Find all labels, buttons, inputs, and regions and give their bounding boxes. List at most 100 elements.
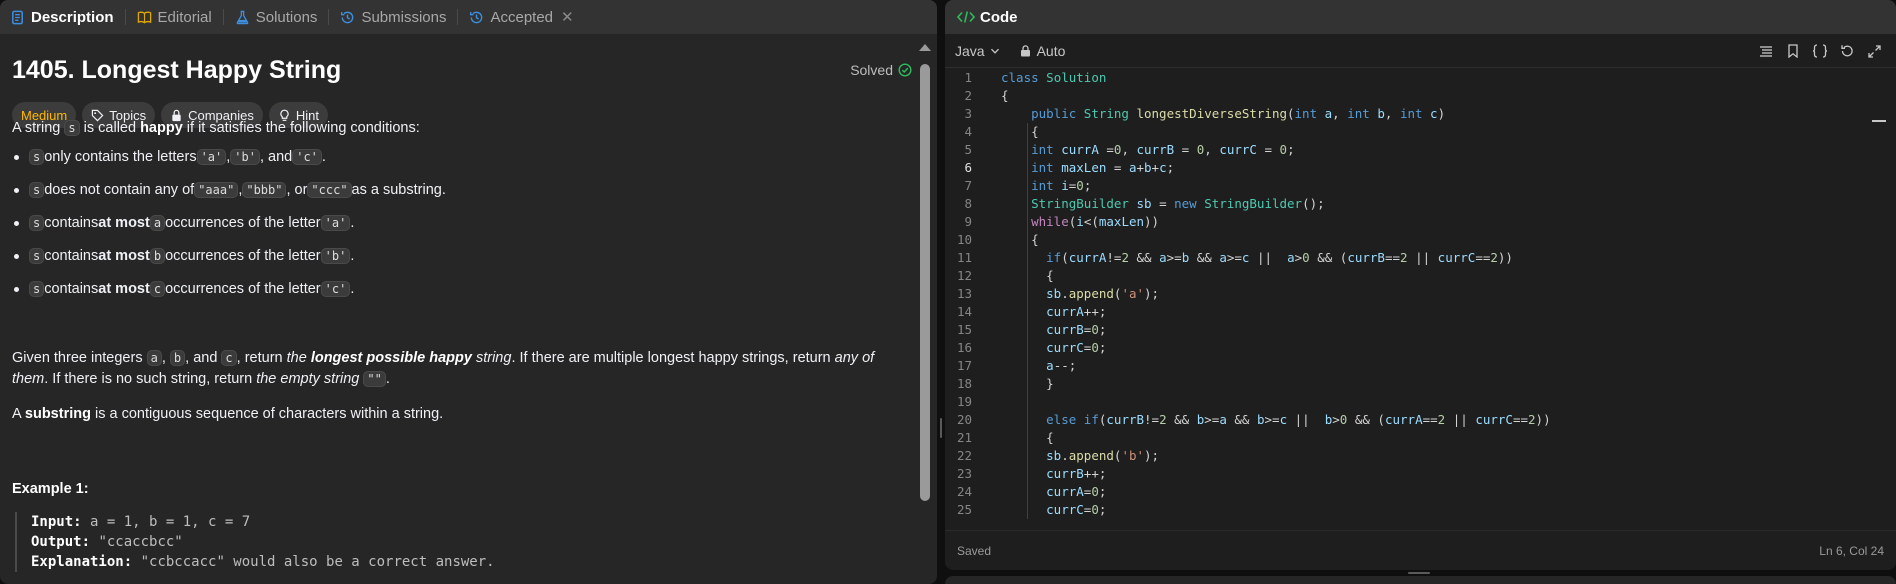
text: contains	[44, 215, 99, 231]
code-line[interactable]: 5 int currA =0, currB = 0, currC = 0;	[945, 141, 1865, 159]
code-text: a--;	[1046, 358, 1077, 373]
code-line[interactable]: 9 while(i<(maxLen))	[945, 213, 1865, 231]
scrollbar-thumb[interactable]	[920, 64, 930, 501]
example-block: Input: a = 1, b = 1, c = 7 Output: "ccac…	[15, 512, 495, 572]
code-text: int i=0;	[1031, 178, 1092, 193]
inline-code: s	[29, 248, 45, 264]
substring-paragraph: A substring is a contiguous sequence of …	[12, 406, 444, 422]
code-line[interactable]: 23 currB++;	[945, 465, 1865, 483]
line-number: 19	[956, 394, 972, 409]
italic-text: the	[286, 350, 311, 366]
condition-item: s only contains the letters 'a', 'b', an…	[12, 149, 326, 165]
save-status: Saved	[957, 543, 992, 558]
auto-label: Auto	[1036, 42, 1066, 59]
reset-icon[interactable]	[1839, 43, 1855, 59]
braces-icon[interactable]	[1812, 43, 1828, 59]
code-text: {	[1001, 88, 1009, 103]
code-line[interactable]: 3 public String longestDiverseString(int…	[945, 105, 1865, 123]
label: Input:	[31, 514, 82, 530]
line-number: 10	[956, 232, 972, 247]
code-text: {	[1001, 124, 1039, 139]
scroll-up-arrow-icon[interactable]	[919, 44, 931, 51]
code-line[interactable]: 20 else if(currB!=2 && b>=a && b>=c || b…	[945, 411, 1865, 429]
inline-code: ""	[363, 371, 386, 387]
text: .	[321, 149, 326, 165]
text: A string	[12, 120, 65, 136]
code-line[interactable]: 13 sb.append('a');	[945, 285, 1865, 303]
vertical-resize-grip[interactable]	[1408, 572, 1430, 574]
cursor-position: Ln 6, Col 24	[1819, 543, 1884, 558]
code-line[interactable]: 2{	[945, 87, 1865, 105]
text: contains	[44, 248, 99, 264]
code-line[interactable]: 25 currC=0;	[945, 501, 1865, 519]
code-text: currA=0;	[1046, 484, 1107, 499]
code-line[interactable]: 16 currC=0;	[945, 339, 1865, 357]
text: .	[350, 215, 355, 231]
code-line[interactable]: 24 currA=0;	[945, 483, 1865, 501]
code-editor[interactable]: 1 class Solution 2{3 public String longest…	[945, 69, 1896, 526]
line-number: 5	[964, 142, 972, 157]
bookmark-icon[interactable]	[1785, 43, 1801, 59]
panel-resizer[interactable]	[939, 0, 943, 584]
auto-mode[interactable]: Auto	[1020, 42, 1066, 59]
language-select[interactable]: Java	[955, 43, 1000, 59]
line-number: 8	[964, 196, 972, 211]
condition-item: s contains at most a occurrences of the …	[12, 215, 354, 231]
code-text: class Solution	[1001, 70, 1107, 85]
text: .	[350, 281, 355, 297]
overview-ruler-marker	[1872, 120, 1886, 122]
resize-grip[interactable]	[940, 418, 942, 438]
code-text: StringBuilder sb = new StringBuilder();	[1031, 196, 1325, 211]
problem-title: 1405. Longest Happy String	[12, 56, 342, 84]
code-line[interactable]: 8 StringBuilder sb = new StringBuilder()…	[945, 195, 1865, 213]
tab-editorial[interactable]: Editorial	[133, 0, 216, 34]
solved-label: Solved	[850, 62, 893, 78]
bold-italic-text: longest possible happy	[310, 350, 472, 366]
code-line[interactable]: 10 {	[945, 231, 1865, 249]
editor-actions	[1758, 43, 1882, 59]
bullet-dot	[14, 286, 19, 292]
code-line[interactable]: 21 {	[945, 429, 1865, 447]
code-line[interactable]: 6 int maxLen = a+b+c;	[945, 159, 1865, 177]
line-number: 18	[956, 376, 972, 391]
inline-code: 'b'	[320, 248, 351, 264]
tab-description-label: Description	[31, 8, 114, 26]
tab-description[interactable]: Description	[6, 0, 118, 34]
code-line[interactable]: 14 currA++;	[945, 303, 1865, 321]
description-scrollbar[interactable]	[919, 44, 931, 584]
code-line[interactable]: 12 {	[945, 267, 1865, 285]
format-icon[interactable]	[1758, 43, 1774, 59]
tab-solutions[interactable]: Solutions	[231, 0, 322, 34]
line-number: 16	[956, 340, 972, 355]
expand-icon[interactable]	[1866, 43, 1882, 59]
code-line[interactable]: 15 currB=0;	[945, 321, 1865, 339]
close-tab-icon[interactable]: ✕	[561, 8, 574, 26]
code-line[interactable]: 18 }	[945, 375, 1865, 393]
code-line[interactable]: 22 sb.append('b');	[945, 447, 1865, 465]
text: . If there are multiple longest happy st…	[511, 350, 835, 366]
code-text: currC=0;	[1046, 502, 1107, 517]
code-line[interactable]: 17 a--;	[945, 357, 1865, 375]
code-line[interactable]: 1 class Solution	[945, 69, 1865, 87]
code-panel: Code Java Auto 1 class Solution 2{3 public…	[945, 0, 1896, 570]
code-text: if(currA!=2 && a>=b && a>=c || a>0 && (c…	[1046, 250, 1513, 265]
line-number: 4	[964, 124, 972, 139]
line-number: 13	[956, 286, 972, 301]
tab-submissions-label: Submissions	[361, 8, 447, 26]
tab-accepted[interactable]: Accepted ✕	[465, 0, 577, 34]
inline-code: b	[149, 248, 166, 264]
text: Given three integers	[12, 350, 147, 366]
text: occurrences of the letter	[165, 281, 321, 297]
code-line[interactable]: 7 int i=0;	[945, 177, 1865, 195]
code-line[interactable]: 19	[945, 393, 1865, 411]
description-icon	[12, 10, 23, 24]
history-icon	[470, 11, 483, 23]
tab-submissions[interactable]: Submissions	[336, 0, 450, 34]
inline-code: 'a'	[320, 215, 351, 231]
lock-icon	[1020, 44, 1030, 56]
tab-divider	[328, 9, 330, 25]
bold-text: at most	[98, 215, 150, 231]
code-line[interactable]: 4 {	[945, 123, 1865, 141]
bullet-dot	[14, 154, 19, 160]
code-line[interactable]: 11 if(currA!=2 && a>=b && a>=c || a>0 &&…	[945, 249, 1865, 267]
